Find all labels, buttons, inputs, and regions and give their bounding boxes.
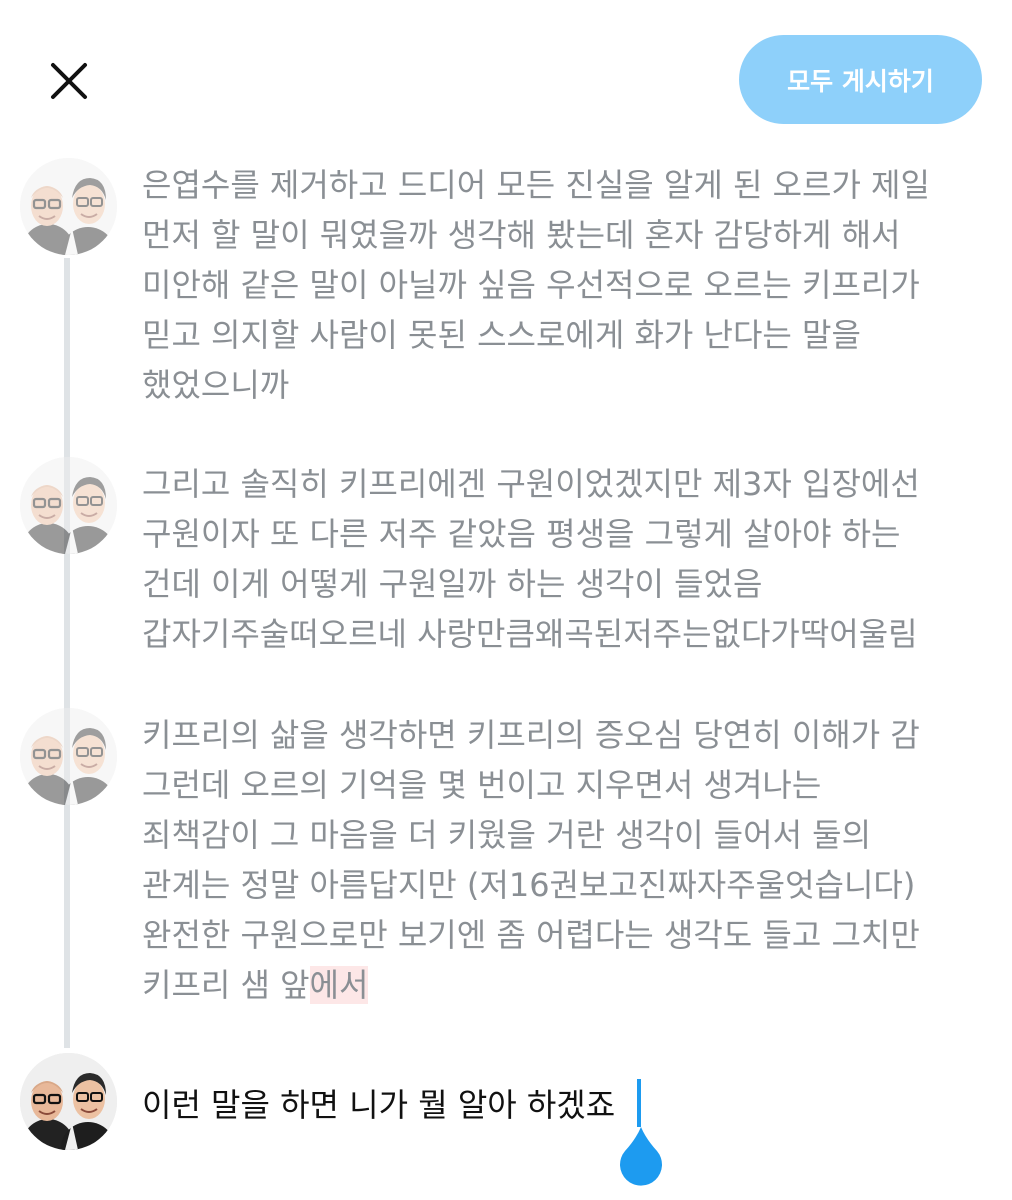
tweet-text-line: 키프리의 삶을 생각하면 키프리의 증오심 당연히 이해가 감 bbox=[142, 716, 920, 754]
avatar-photo-icon bbox=[20, 1053, 117, 1150]
avatar[interactable] bbox=[20, 708, 117, 805]
tweet-text-line: 관계는 정말 아름답지만 (저16권보고진짜자주울엇습니다) bbox=[142, 866, 916, 904]
avatar[interactable] bbox=[20, 457, 117, 554]
tweet-text-line: 그런데 오르의 기억을 몇 번이고 지우면서 생겨나는 bbox=[142, 766, 822, 804]
avatar[interactable] bbox=[20, 158, 117, 255]
text-caret bbox=[637, 1079, 641, 1127]
close-button[interactable] bbox=[44, 56, 94, 106]
thread-tweet-3[interactable]: 키프리의 삶을 생각하면 키프리의 증오심 당연히 이해가 감 그런데 오르의 … bbox=[142, 710, 992, 1010]
tweet-text-line: 건데 이게 어떻게 구원일까 하는 생각이 들었음 bbox=[142, 565, 763, 603]
compose-text-input[interactable]: 이런 말을 하면 니가 뭘 알아 하겠죠 bbox=[142, 1080, 615, 1130]
avatar-photo-icon bbox=[20, 158, 117, 255]
highlighted-text: 에서 bbox=[309, 966, 369, 1004]
tweet-text-line: 했었으니까 bbox=[142, 366, 290, 404]
tweet-text-line: 완전한 구원으로만 보기엔 좀 어렵다는 생각도 들고 그치만 bbox=[142, 916, 920, 954]
tweet-text-line: 죄책감이 그 마음을 더 키웠을 거란 생각이 들어서 둘의 bbox=[142, 816, 872, 854]
thread-tweet-1[interactable]: 은엽수를 제거하고 드디어 모든 진실을 알게 된 오르가 제일 먼저 할 말이… bbox=[142, 160, 992, 410]
close-icon bbox=[51, 63, 87, 99]
tweet-text-line: 구원이자 또 다른 저주 같았음 평생을 그렇게 살아야 하는 bbox=[142, 515, 901, 553]
thread-tweet-2[interactable]: 그리고 솔직히 키프리에겐 구원이었겠지만 제3자 입장에선 구원이자 또 다른… bbox=[142, 459, 992, 659]
tweet-text-fragment: 키프리 샘 앞 bbox=[142, 966, 310, 1004]
tweet-text-line-last: 키프리 샘 앞에서 bbox=[142, 960, 992, 1010]
thread-connector-line bbox=[64, 258, 70, 1048]
text-selection-handle-icon bbox=[620, 1127, 662, 1186]
tweet-text-line: 그리고 솔직히 키프리에겐 구원이었겠지만 제3자 입장에선 bbox=[142, 465, 920, 503]
compose-avatar[interactable] bbox=[20, 1053, 117, 1150]
caret-handle[interactable] bbox=[613, 1125, 669, 1189]
tweet-text-line: 갑자기주술떠오르네 사랑만큼왜곡된저주는없다가딱어울림 bbox=[142, 615, 918, 653]
tweet-text-line: 먼저 할 말이 뭐였을까 생각해 봤는데 혼자 감당하게 해서 bbox=[142, 216, 901, 254]
avatar-photo-icon bbox=[20, 457, 117, 554]
tweet-text-line: 은엽수를 제거하고 드디어 모든 진실을 알게 된 오르가 제일 bbox=[142, 166, 930, 204]
avatar-photo-icon bbox=[20, 708, 117, 805]
tweet-text-line: 믿고 의지할 사람이 못된 스스로에게 화가 난다는 말을 bbox=[142, 316, 861, 354]
tweet-text-line: 미안해 같은 말이 아닐까 싶음 우선적으로 오르는 키프리가 bbox=[142, 266, 920, 304]
post-all-button[interactable]: 모두 게시하기 bbox=[739, 35, 982, 124]
